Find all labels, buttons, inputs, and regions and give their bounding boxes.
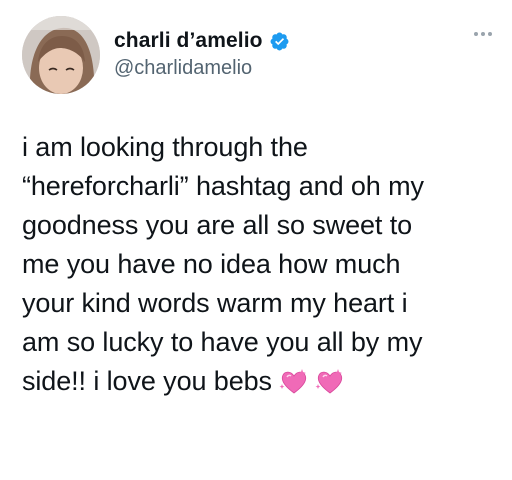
name-row: charli d’amelio [114, 27, 290, 55]
tweet-line: “hereforcharli” hashtag and oh my [22, 171, 424, 201]
tweet-line: i am looking through the [22, 132, 308, 162]
sparkling-heart-emoji [315, 368, 345, 407]
display-name[interactable]: charli d’amelio [114, 29, 263, 53]
more-options-icon[interactable] [470, 28, 496, 40]
tweet-text: i am looking through the “hereforcharli”… [22, 128, 502, 407]
verified-badge-icon [269, 31, 290, 52]
more-dot [488, 32, 492, 36]
tweet-line: side!! i love you bebs [22, 366, 272, 396]
avatar-photo [22, 16, 100, 94]
tweet-line: am so lucky to have you all by my [22, 327, 423, 357]
tweet-line: me you have no idea how much [22, 249, 401, 279]
tweet-card: charli d’amelio @charlidamelio i am look… [0, 0, 512, 480]
more-dot [481, 32, 485, 36]
sparkling-heart-emoji [279, 368, 309, 407]
tweet-header: charli d’amelio @charlidamelio [114, 27, 290, 80]
tweet-line: goodness you are all so sweet to [22, 210, 413, 240]
avatar[interactable] [22, 16, 100, 94]
tweet-last-line: side!! i love you bebs [22, 362, 502, 407]
tweet-line: your kind words warm my heart i [22, 288, 408, 318]
more-dot [474, 32, 478, 36]
user-handle[interactable]: @charlidamelio [114, 57, 290, 80]
